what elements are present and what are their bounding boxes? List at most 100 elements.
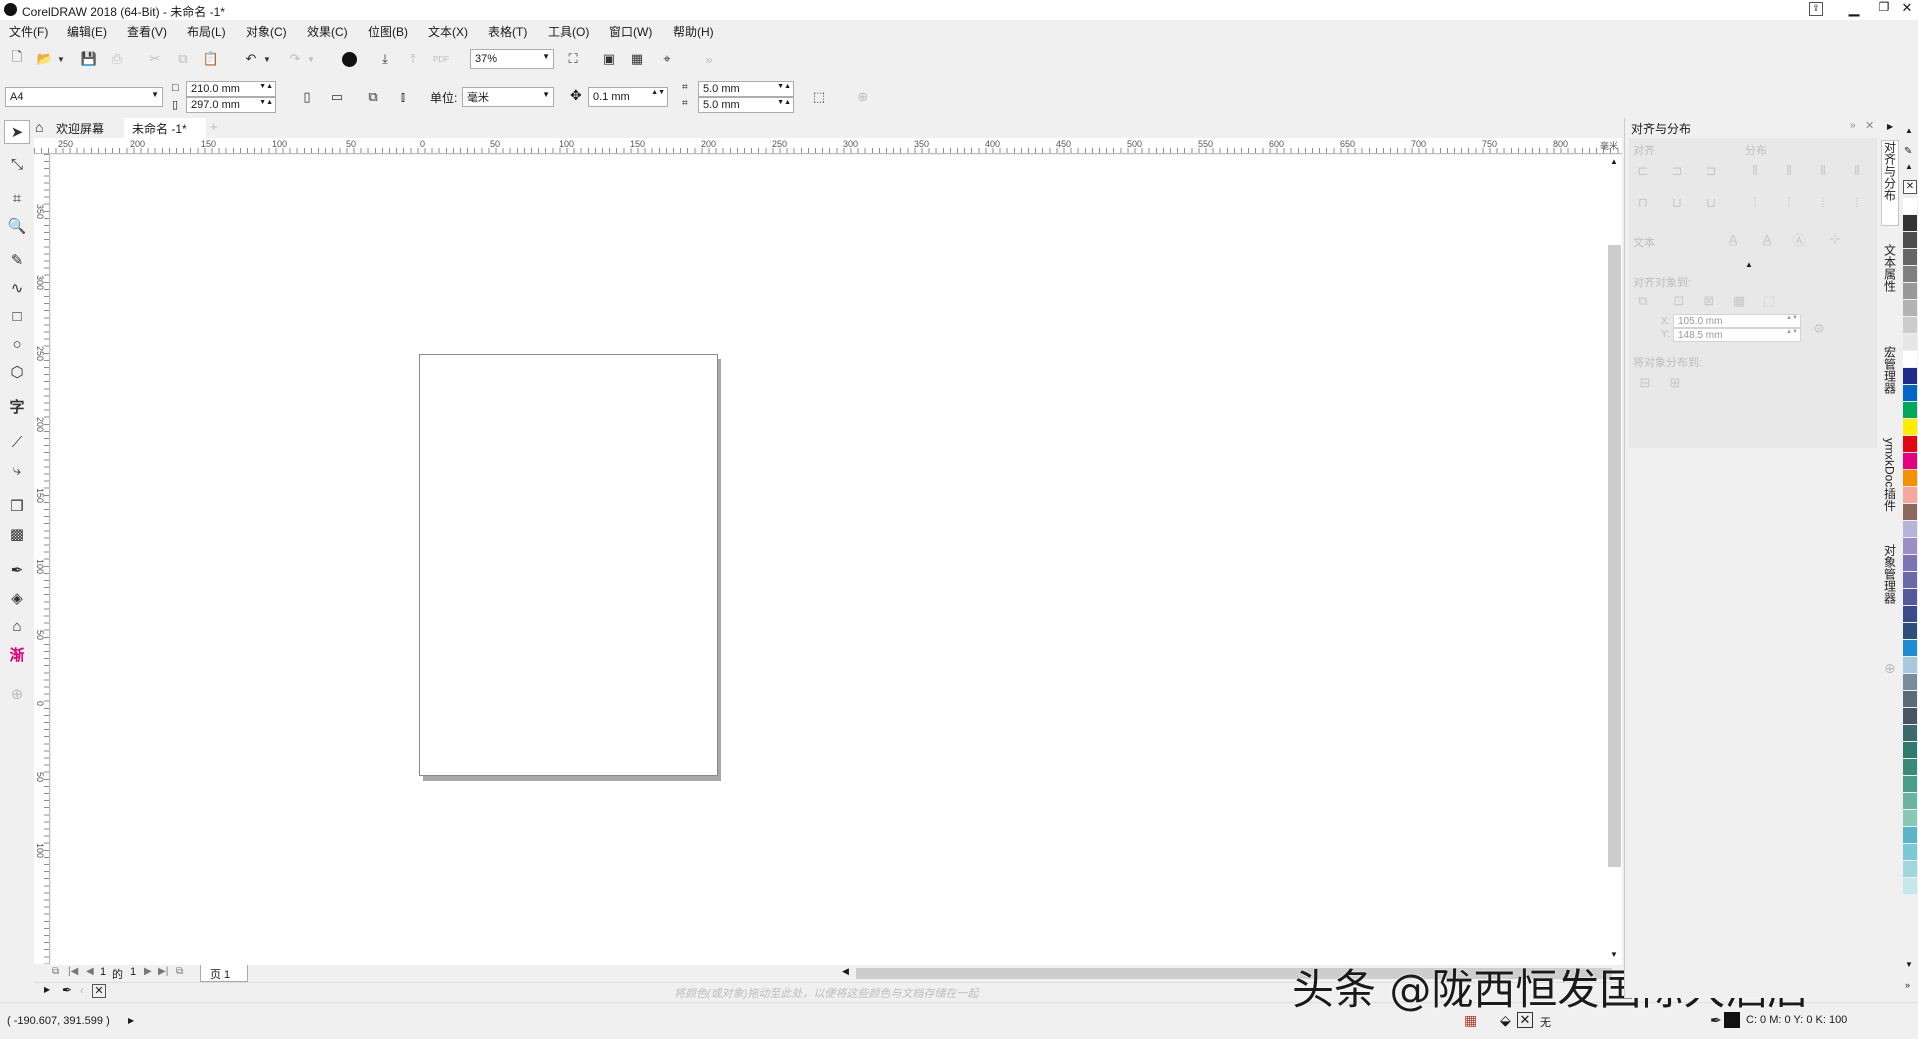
nudge-distance-field[interactable]: 0.1 mm ▲▼ <box>588 87 668 107</box>
palette-menu-icon[interactable]: ▶ <box>44 985 50 994</box>
current-page-icon[interactable]: ⫾ <box>392 86 414 108</box>
align-to-active-object-icon[interactable]: ⧉ <box>1633 292 1653 310</box>
freehand-tool-icon[interactable]: ✎ <box>4 248 30 272</box>
color-swatch[interactable] <box>1903 334 1917 351</box>
duplicate-y-dropdown-icon[interactable]: ▼▲ <box>777 99 791 106</box>
color-swatch[interactable] <box>1903 283 1917 300</box>
status-expand-icon[interactable]: ▶ <box>128 1016 134 1025</box>
color-swatch[interactable] <box>1903 708 1917 725</box>
y-position-field[interactable]: 148.5 mm ▲▼ <box>1673 328 1801 342</box>
distribute-top-icon[interactable]: ⦙ <box>1745 194 1765 212</box>
docker-tab-macro-manager[interactable]: 宏管理器 <box>1881 346 1899 418</box>
duplicate-x-field[interactable]: 5.0 mm ▼▲ <box>698 81 794 97</box>
zoom-tool-icon[interactable]: 🔍 <box>4 214 30 238</box>
distribute-bottom-icon[interactable]: ⦙ <box>1847 194 1867 212</box>
text-outline-icon[interactable]: ⊹ <box>1825 230 1845 248</box>
distribute-left-icon[interactable]: ⫴ <box>1745 162 1765 180</box>
last-page-icon[interactable]: ▶| <box>158 966 168 977</box>
import-icon[interactable]: ⤓ <box>374 48 396 70</box>
text-tool-icon[interactable]: 字 <box>4 394 30 418</box>
align-center-horizontal-icon[interactable]: ⊐ <box>1667 162 1687 180</box>
distribute-center-icon[interactable]: ⫴ <box>1779 162 1799 180</box>
color-swatch[interactable] <box>1903 368 1917 385</box>
pick-tool-icon[interactable]: ➤ <box>4 120 30 144</box>
publish-pdf-icon[interactable]: PDF <box>430 48 452 70</box>
portrait-icon[interactable]: ▯ <box>296 86 318 108</box>
distribute-middle-icon[interactable]: ⦙ <box>1779 194 1799 212</box>
landscape-icon[interactable]: ▭ <box>326 86 348 108</box>
color-swatch[interactable] <box>1903 606 1917 623</box>
align-right-icon[interactable]: ⊐ <box>1701 162 1721 180</box>
redo-icon[interactable]: ↷ <box>284 48 306 70</box>
color-swatch[interactable] <box>1903 419 1917 436</box>
color-swatch[interactable] <box>1903 487 1917 504</box>
home-icon[interactable]: ⌂ <box>35 119 43 135</box>
transparency-icon[interactable]: ▩ <box>4 522 30 546</box>
page-height-field[interactable]: 297.0 mm ▼▲ <box>186 97 276 113</box>
color-swatch[interactable] <box>1903 827 1917 844</box>
palette-left-icon[interactable]: ‹ <box>80 983 84 997</box>
menu-help[interactable]: 帮助(H) <box>673 23 714 40</box>
scroll-left-icon[interactable]: ◀ <box>842 966 849 977</box>
open-folder-icon[interactable]: 📂 <box>34 48 56 70</box>
color-swatch[interactable] <box>1903 470 1917 487</box>
paste-icon[interactable]: 📋 <box>200 48 222 70</box>
save-icon[interactable]: 💾 <box>78 48 100 70</box>
text-baseline-last-icon[interactable]: A̲ <box>1757 230 1777 248</box>
vertical-scrollbar[interactable]: ▲ ▼ <box>1607 155 1622 967</box>
distribute-to-page-icon[interactable]: ⊞ <box>1665 374 1685 392</box>
text-baseline-first-icon[interactable]: A̲ <box>1723 230 1743 248</box>
docker-tab-ymxkdoc-plugin[interactable]: ymxkDoc插件 <box>1881 438 1899 518</box>
toolbar-overflow-icon[interactable]: » <box>698 48 720 70</box>
menu-edit[interactable]: 编辑(E) <box>67 23 107 40</box>
color-swatch[interactable] <box>1903 215 1917 232</box>
docker-strip-arrow-icon[interactable]: ▶ <box>1887 122 1893 131</box>
text-bounding-icon[interactable]: Ⓐ <box>1789 230 1809 248</box>
connector-tool-icon[interactable]: ⤷ <box>4 458 30 482</box>
menu-file[interactable]: 文件(F) <box>9 23 48 40</box>
color-swatch[interactable] <box>1903 674 1917 691</box>
polygon-tool-icon[interactable]: ⬡ <box>4 360 30 384</box>
color-swatch[interactable] <box>1903 317 1917 334</box>
full-screen-preview-icon[interactable]: ▣ <box>598 48 620 70</box>
align-to-grid-icon[interactable]: ▦ <box>1729 292 1749 310</box>
color-swatch[interactable] <box>1903 657 1917 674</box>
menu-bitmaps[interactable]: 位图(B) <box>368 23 408 40</box>
rectangle-tool-icon[interactable]: □ <box>4 304 30 328</box>
zoom-level-select[interactable]: 37% ▼ <box>470 49 554 69</box>
color-swatch[interactable] <box>1903 249 1917 266</box>
color-swatch[interactable] <box>1903 844 1917 861</box>
align-center-vertical-icon[interactable]: ⊔ <box>1667 194 1687 212</box>
section-collapse-icon[interactable]: ▲ <box>1745 260 1753 269</box>
duplicate-y-field[interactable]: 5.0 mm ▼▲ <box>698 97 794 113</box>
color-swatch[interactable] <box>1903 810 1917 827</box>
redo-dropdown-icon[interactable]: ▼ <box>306 48 316 70</box>
color-swatch[interactable] <box>1903 198 1917 215</box>
position-settings-icon[interactable]: ⚙ <box>1809 320 1829 338</box>
color-swatch[interactable] <box>1903 351 1917 368</box>
nudge-spinner-icon[interactable]: ▲▼ <box>651 89 665 96</box>
dimension-tool-icon[interactable]: ⟋ <box>4 430 30 454</box>
color-swatch[interactable] <box>1903 742 1917 759</box>
color-swatch[interactable] <box>1903 555 1917 572</box>
distribute-spacing-icon[interactable]: ⫴ <box>1813 162 1833 180</box>
scroll-up-icon[interactable]: ▲ <box>1610 157 1618 166</box>
first-page-icon[interactable]: |◀ <box>68 966 78 977</box>
unit-select[interactable]: 毫米 ▼ <box>462 87 554 107</box>
page-width-field[interactable]: 210.0 mm ▼▲ <box>186 81 276 97</box>
previous-page-icon[interactable]: ◀ <box>86 966 94 977</box>
align-top-icon[interactable]: ⊓ <box>1633 194 1653 212</box>
docker-collapse-icon[interactable]: » <box>1850 120 1856 131</box>
print-icon[interactable]: ⎙ <box>106 48 128 70</box>
docker-tab-object-manager[interactable]: 对象管理器 <box>1881 544 1899 628</box>
minimize-button[interactable]: ▁ <box>1842 0 1866 20</box>
align-left-icon[interactable]: ⊏ <box>1633 162 1653 180</box>
docker-close-icon[interactable]: ✕ <box>1865 119 1874 132</box>
next-page-icon[interactable]: ▶ <box>144 966 152 977</box>
color-swatch[interactable] <box>1903 300 1917 317</box>
palette-scroll-up-icon[interactable]: ▲ <box>1905 126 1913 135</box>
distribute-to-selection-icon[interactable]: ⊟ <box>1635 374 1655 392</box>
align-to-page-center-icon[interactable]: ⊠ <box>1699 292 1719 310</box>
color-swatch[interactable] <box>1903 436 1917 453</box>
color-swatch[interactable] <box>1903 878 1917 895</box>
